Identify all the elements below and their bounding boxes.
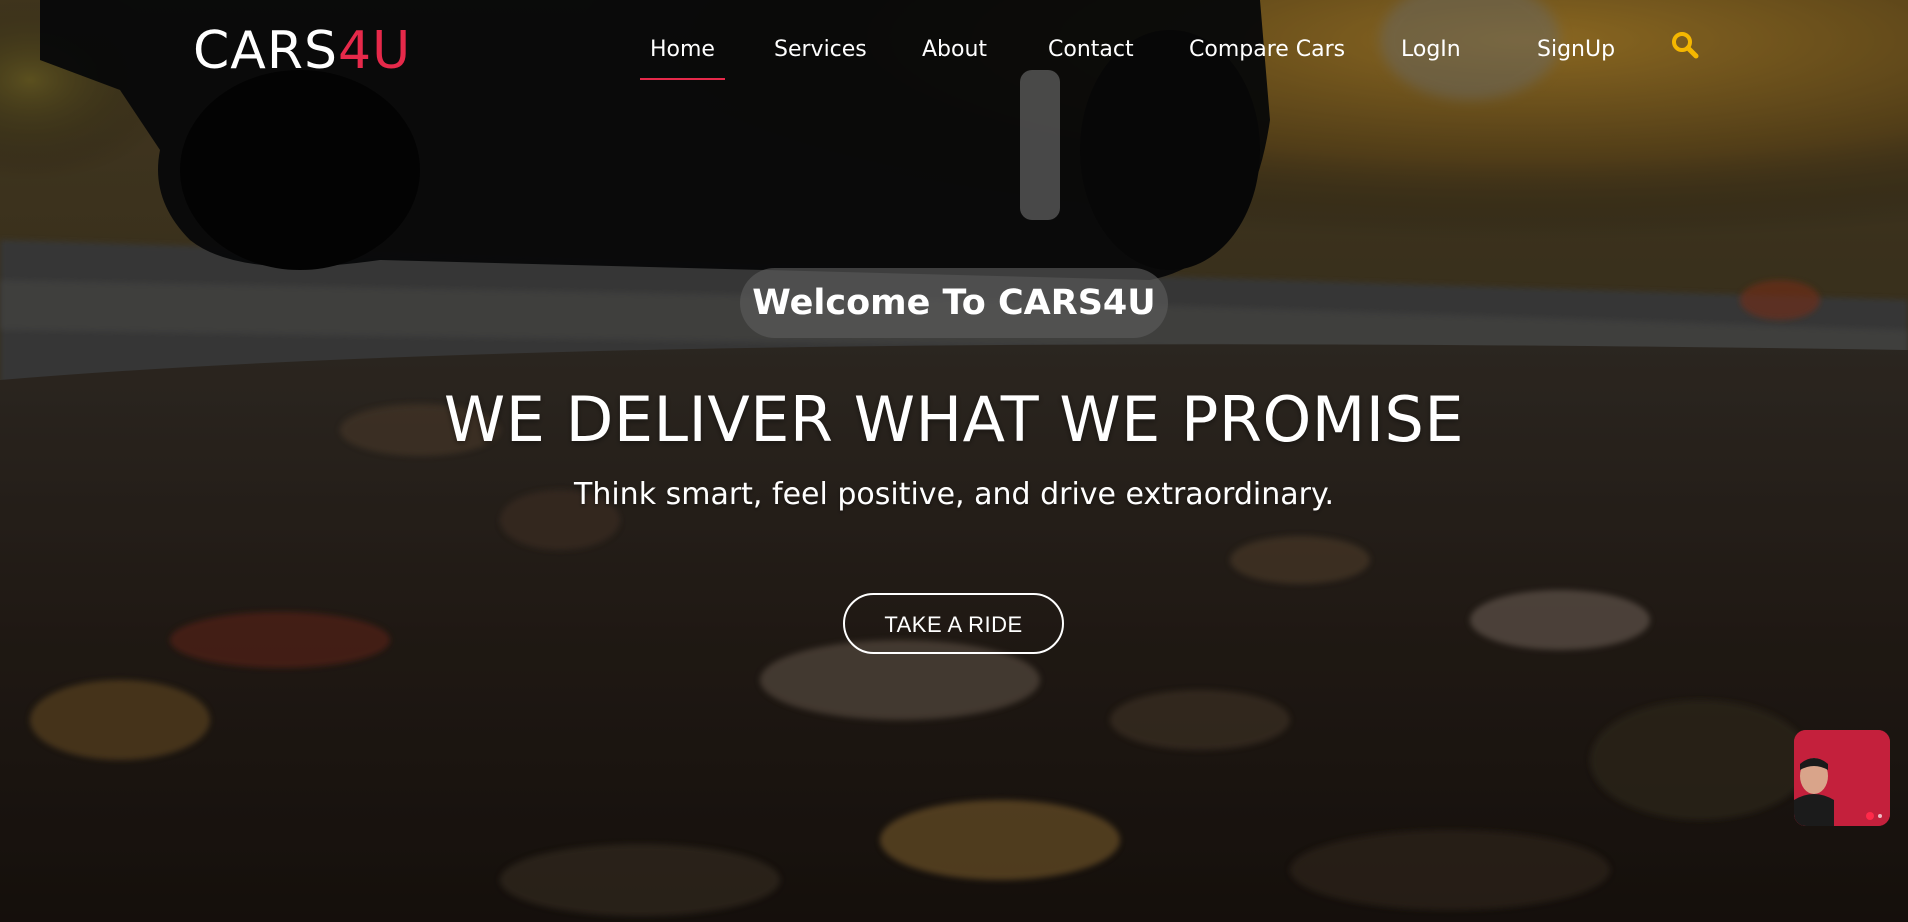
search-icon (1672, 32, 1699, 59)
video-chat-widget[interactable] (1794, 730, 1890, 826)
nav-links: Home Services About Contact Compare Cars… (0, 0, 1908, 100)
nav-item-login[interactable]: LogIn (1401, 36, 1461, 64)
welcome-badge: Welcome To CARS4U (740, 268, 1168, 338)
nav-item-compare-cars[interactable]: Compare Cars (1189, 36, 1345, 64)
nav-item-contact[interactable]: Contact (1048, 36, 1134, 64)
hero-headline: WE DELIVER WHAT WE PROMISE (443, 383, 1465, 456)
nav-item-signup[interactable]: SignUp (1537, 36, 1615, 64)
search-button[interactable] (1670, 30, 1700, 60)
hero-section: CARS4U Home Services About Contact Compa… (0, 0, 1908, 922)
take-a-ride-button[interactable]: TAKE A RIDE (843, 593, 1064, 654)
video-avatar-icon (1794, 730, 1890, 826)
nav-item-home[interactable]: Home (640, 36, 725, 80)
hero-subline: Think smart, feel positive, and drive ex… (574, 477, 1334, 512)
nav-item-about[interactable]: About (922, 36, 987, 64)
nav-item-services[interactable]: Services (774, 36, 867, 64)
top-navbar: CARS4U Home Services About Contact Compa… (0, 0, 1908, 100)
